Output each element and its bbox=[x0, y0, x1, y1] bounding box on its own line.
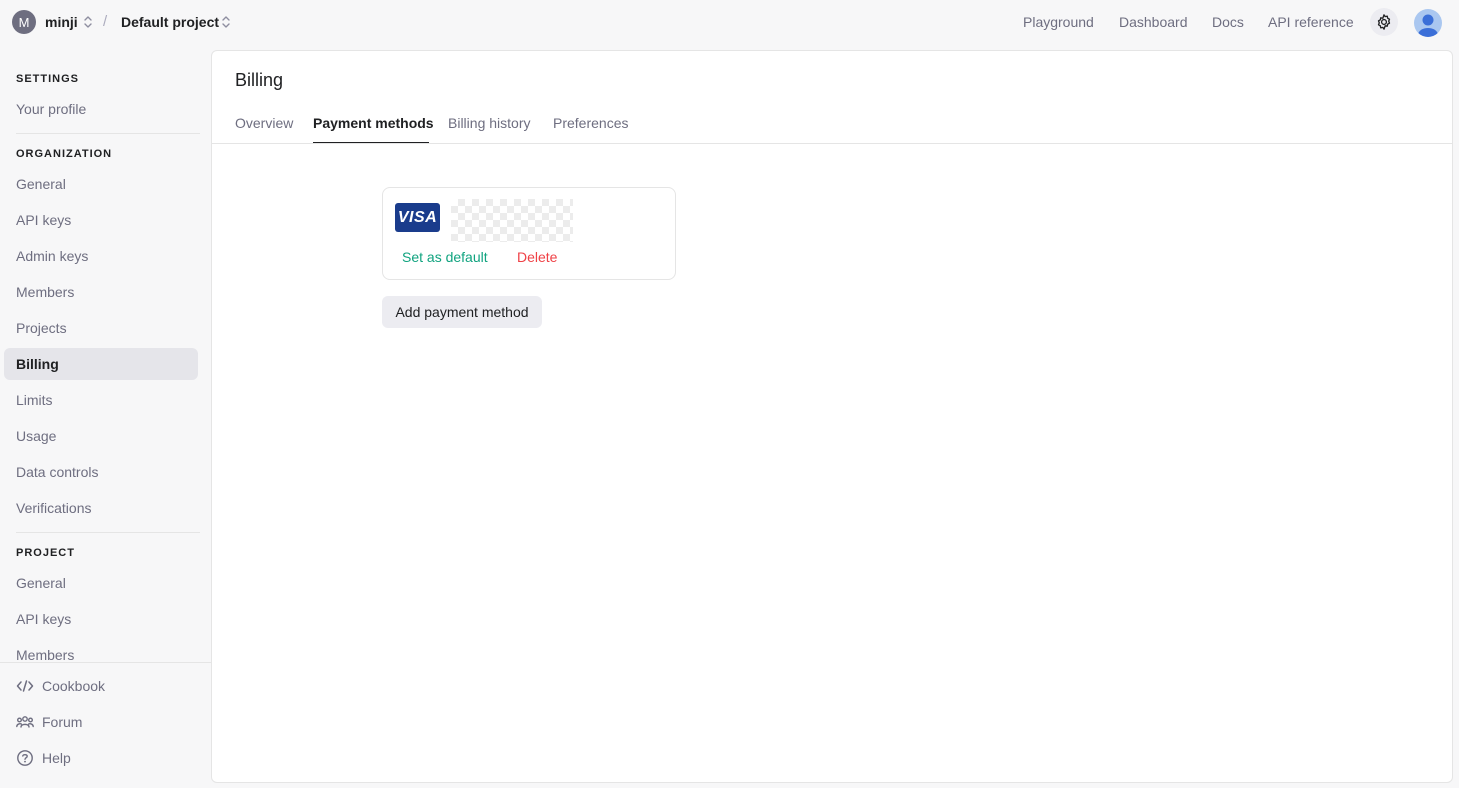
tab-overview[interactable]: Overview bbox=[235, 115, 293, 131]
sidebar-footer-label: Forum bbox=[42, 714, 83, 730]
nav-api-reference[interactable]: API reference bbox=[1268, 14, 1354, 30]
tab-payment-methods[interactable]: Payment methods bbox=[313, 115, 434, 131]
add-payment-method-button[interactable]: Add payment method bbox=[382, 296, 542, 328]
nav-docs[interactable]: Docs bbox=[1212, 14, 1244, 30]
sidebar-item-project-general[interactable]: General bbox=[16, 575, 66, 591]
help-circle-icon bbox=[16, 749, 34, 767]
breadcrumb-separator: / bbox=[103, 13, 108, 30]
sidebar-heading-organization: ORGANIZATION bbox=[16, 148, 113, 160]
nav-dashboard[interactable]: Dashboard bbox=[1119, 14, 1188, 30]
page-title: Billing bbox=[235, 70, 284, 90]
sidebar-item-your-profile[interactable]: Your profile bbox=[16, 101, 86, 117]
sidebar-divider bbox=[16, 532, 200, 533]
sidebar-footer-label: Help bbox=[42, 750, 71, 766]
visa-logo-icon: VISA bbox=[395, 203, 440, 232]
sidebar-item-admin-keys[interactable]: Admin keys bbox=[16, 248, 88, 264]
sidebar-footer-cookbook[interactable]: Cookbook bbox=[16, 677, 105, 695]
sidebar-item-projects[interactable]: Projects bbox=[16, 320, 67, 336]
sidebar-heading-settings: SETTINGS bbox=[16, 73, 80, 85]
sidebar-heading-project: PROJECT bbox=[16, 547, 75, 559]
chevron-updown-icon[interactable] bbox=[221, 14, 231, 30]
delete-card-button[interactable]: Delete bbox=[517, 249, 557, 265]
tab-preferences[interactable]: Preferences bbox=[553, 115, 628, 131]
sidebar-footer-divider bbox=[0, 662, 211, 663]
sidebar-item-project-members[interactable]: Members bbox=[16, 647, 74, 661]
nav-playground[interactable]: Playground bbox=[1023, 14, 1094, 30]
tab-billing-history[interactable]: Billing history bbox=[448, 115, 530, 131]
sidebar-divider bbox=[16, 133, 200, 134]
sidebar: SETTINGS Your profile ORGANIZATION Gener… bbox=[0, 44, 211, 788]
sidebar-item-usage[interactable]: Usage bbox=[16, 428, 56, 444]
org-switcher[interactable]: minji bbox=[45, 14, 78, 30]
sidebar-item-org-api-keys[interactable]: API keys bbox=[16, 212, 71, 228]
code-icon bbox=[16, 677, 34, 695]
people-icon bbox=[16, 713, 34, 731]
sidebar-footer-forum[interactable]: Forum bbox=[16, 713, 82, 731]
payment-method-card: VISA Set as default Delete bbox=[382, 187, 676, 280]
sidebar-item-verifications[interactable]: Verifications bbox=[16, 500, 91, 516]
sidebar-item-limits[interactable]: Limits bbox=[16, 392, 53, 408]
main-panel: Billing Overview Payment methods Billing… bbox=[211, 50, 1453, 783]
sidebar-item-billing[interactable]: Billing bbox=[16, 356, 59, 372]
user-avatar-icon[interactable] bbox=[1414, 9, 1442, 37]
top-bar: M minji / Default project Playground Das… bbox=[0, 0, 1459, 44]
sidebar-footer-help[interactable]: Help bbox=[16, 749, 71, 767]
project-switcher[interactable]: Default project bbox=[121, 14, 219, 30]
tabs-divider bbox=[212, 143, 1452, 144]
gear-icon[interactable] bbox=[1370, 8, 1398, 36]
chevron-updown-icon[interactable] bbox=[83, 14, 93, 30]
card-details-redacted bbox=[451, 199, 573, 242]
set-default-button[interactable]: Set as default bbox=[402, 249, 488, 265]
sidebar-item-project-api-keys[interactable]: API keys bbox=[16, 611, 71, 627]
sidebar-item-org-members[interactable]: Members bbox=[16, 284, 74, 300]
sidebar-item-data-controls[interactable]: Data controls bbox=[16, 464, 98, 480]
sidebar-item-org-general[interactable]: General bbox=[16, 176, 66, 192]
sidebar-footer-label: Cookbook bbox=[42, 678, 106, 694]
org-avatar[interactable]: M bbox=[12, 10, 36, 34]
